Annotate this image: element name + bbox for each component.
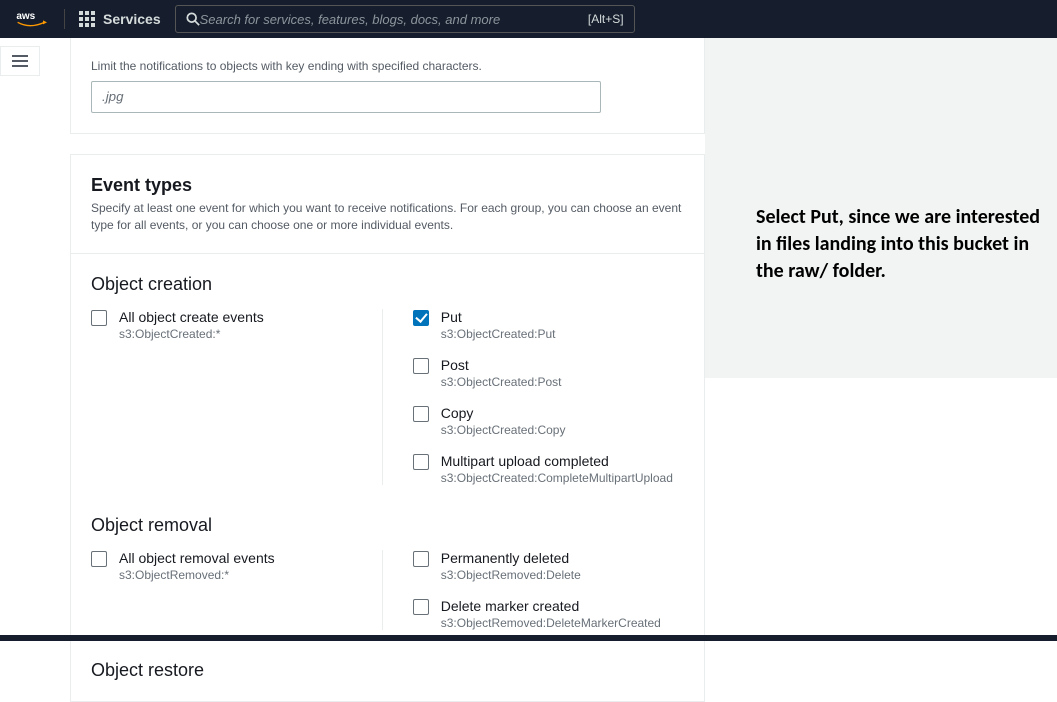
- checkbox-multipart[interactable]: [413, 454, 429, 470]
- object-removal-section: Object removal All object removal events…: [91, 515, 684, 630]
- aws-logo[interactable]: aws: [16, 9, 50, 29]
- api-all-removal: s3:ObjectRemoved:*: [119, 568, 362, 582]
- nav-divider: [64, 9, 65, 29]
- checkbox-post[interactable]: [413, 358, 429, 374]
- api-perm-deleted: s3:ObjectRemoved:Delete: [441, 568, 684, 582]
- svg-text:aws: aws: [16, 11, 35, 22]
- services-label: Services: [103, 11, 161, 27]
- checkbox-all-removal[interactable]: [91, 551, 107, 567]
- annotation-text: Select Put, since we are interested in f…: [756, 204, 1057, 285]
- choice-all-create: All object create events s3:ObjectCreate…: [91, 309, 362, 341]
- checkbox-perm-deleted[interactable]: [413, 551, 429, 567]
- choice-put: Put s3:ObjectCreated:Put: [413, 309, 684, 341]
- choice-post: Post s3:ObjectCreated:Post: [413, 357, 684, 389]
- suffix-description: Limit the notifications to objects with …: [91, 58, 684, 75]
- footer-bar: [0, 635, 1057, 641]
- label-put: Put: [441, 309, 684, 325]
- checkbox-all-create[interactable]: [91, 310, 107, 326]
- label-post: Post: [441, 357, 684, 373]
- services-menu-button[interactable]: Services: [79, 11, 161, 27]
- label-delete-marker: Delete marker created: [441, 598, 684, 614]
- choice-multipart: Multipart upload completed s3:ObjectCrea…: [413, 453, 684, 485]
- api-multipart: s3:ObjectCreated:CompleteMultipartUpload: [441, 471, 684, 485]
- object-removal-title: Object removal: [91, 515, 684, 536]
- suffix-input[interactable]: [91, 81, 601, 113]
- choice-copy: Copy s3:ObjectCreated:Copy: [413, 405, 684, 437]
- api-post: s3:ObjectCreated:Post: [441, 375, 684, 389]
- suffix-panel: Limit the notifications to objects with …: [70, 38, 705, 134]
- event-types-panel: Event types Specify at least one event f…: [70, 154, 705, 702]
- apps-grid-icon: [79, 11, 95, 27]
- choice-all-removal: All object removal events s3:ObjectRemov…: [91, 550, 362, 582]
- checkbox-delete-marker[interactable]: [413, 599, 429, 615]
- object-creation-title: Object creation: [91, 274, 684, 295]
- label-all-create: All object create events: [119, 309, 362, 325]
- choice-delete-marker: Delete marker created s3:ObjectRemoved:D…: [413, 598, 684, 630]
- object-restore-section: Object restore: [91, 660, 684, 681]
- label-perm-deleted: Permanently deleted: [441, 550, 684, 566]
- object-restore-title: Object restore: [91, 660, 684, 681]
- search-input[interactable]: [200, 12, 588, 27]
- label-copy: Copy: [441, 405, 684, 421]
- checkbox-copy[interactable]: [413, 406, 429, 422]
- choice-perm-deleted: Permanently deleted s3:ObjectRemoved:Del…: [413, 550, 684, 582]
- label-multipart: Multipart upload completed: [441, 453, 684, 469]
- checkbox-put[interactable]: [413, 310, 429, 326]
- api-put: s3:ObjectCreated:Put: [441, 327, 684, 341]
- search-shortcut: [Alt+S]: [588, 12, 624, 26]
- top-nav: aws Services [Alt+S]: [0, 0, 1057, 38]
- api-copy: s3:ObjectCreated:Copy: [441, 423, 684, 437]
- search-icon: [186, 12, 200, 26]
- search-container[interactable]: [Alt+S]: [175, 5, 635, 33]
- event-types-title: Event types: [91, 175, 684, 196]
- event-types-desc: Specify at least one event for which you…: [91, 200, 684, 234]
- object-creation-section: Object creation All object create events…: [91, 274, 684, 485]
- api-delete-marker: s3:ObjectRemoved:DeleteMarkerCreated: [441, 616, 684, 630]
- api-all-create: s3:ObjectCreated:*: [119, 327, 362, 341]
- label-all-removal: All object removal events: [119, 550, 362, 566]
